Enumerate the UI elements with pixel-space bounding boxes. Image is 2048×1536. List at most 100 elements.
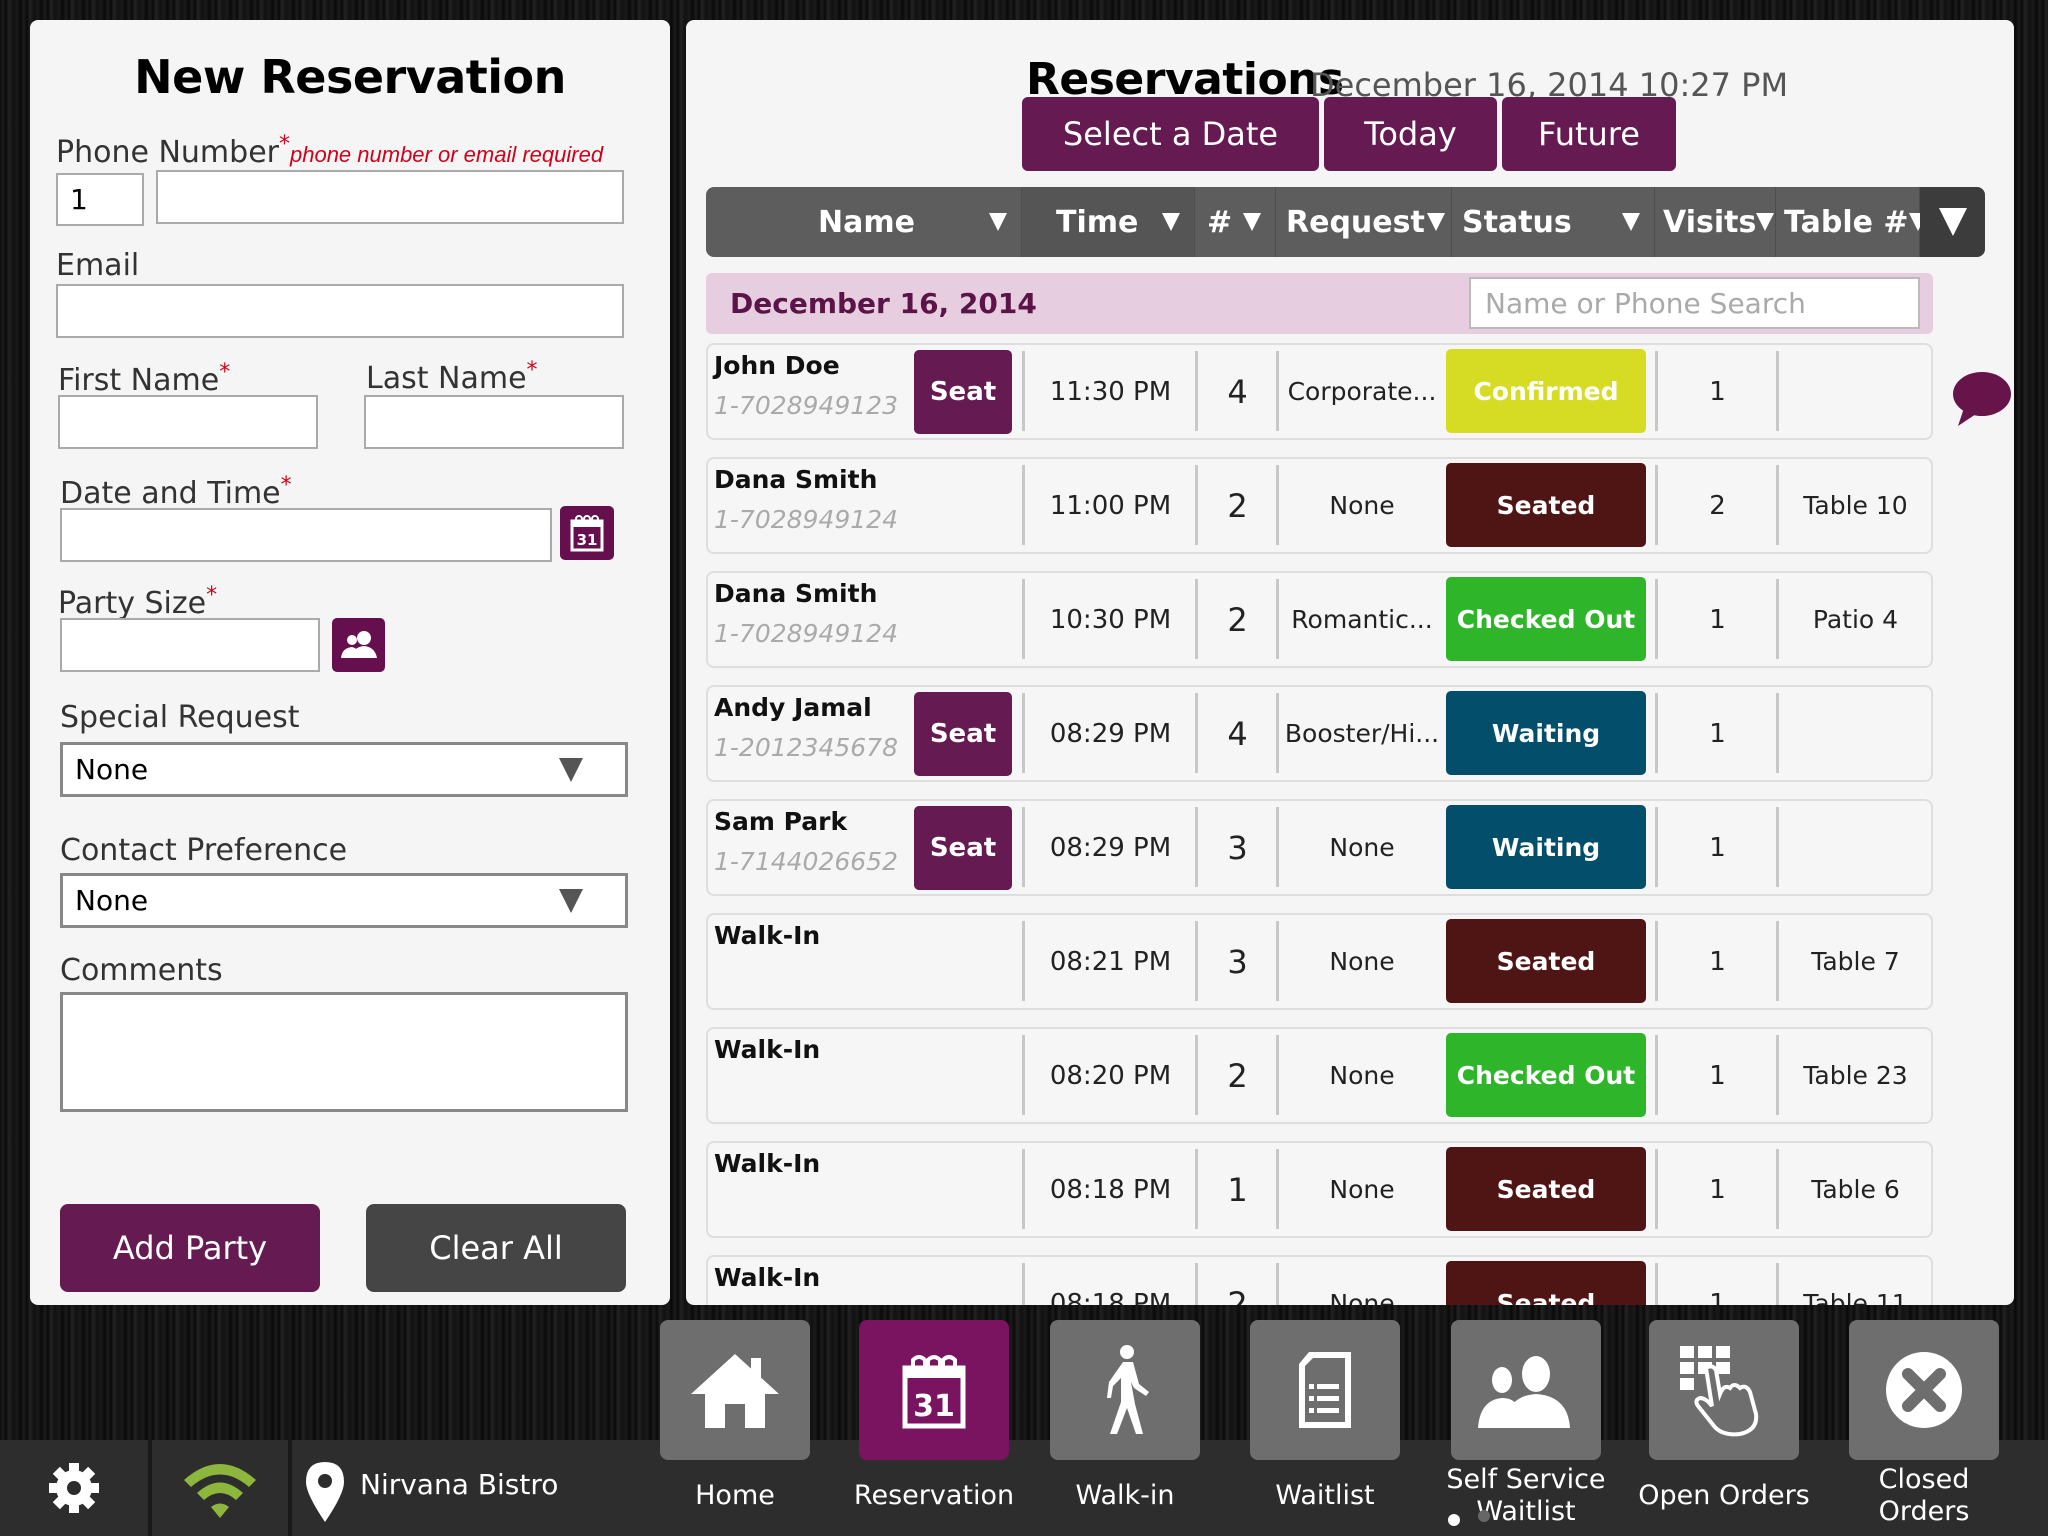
- last-name-input[interactable]: [364, 395, 624, 449]
- status-badge[interactable]: Waiting: [1446, 691, 1646, 775]
- reservation-time: 11:30 PM: [1049, 376, 1172, 407]
- column-header-time[interactable]: Time: [1022, 187, 1195, 257]
- seat-button[interactable]: Seat: [914, 806, 1012, 890]
- contact-preference-select[interactable]: None: [60, 873, 628, 928]
- today-button[interactable]: Today: [1324, 97, 1497, 171]
- party-size-input[interactable]: [60, 618, 320, 672]
- column-header-name[interactable]: Name: [706, 187, 1022, 257]
- reservation-time: 08:18 PM: [1049, 1288, 1172, 1306]
- special-request-select[interactable]: None: [60, 742, 628, 797]
- guest-name: Walk-In: [714, 921, 821, 950]
- clear-all-button[interactable]: Clear All: [366, 1204, 626, 1292]
- nav-label[interactable]: Self Service Waitlist: [1441, 1464, 1611, 1528]
- status-badge[interactable]: Seated: [1446, 463, 1646, 547]
- reservation-row[interactable]: Walk-In 08:20 PM 2 None Checked Out 1 Table 23: [706, 1027, 1933, 1124]
- date-group-header: December 16, 2014 Name or Phone Search: [706, 273, 1933, 334]
- select-date-button[interactable]: Select a Date: [1022, 97, 1319, 171]
- list-document-icon: [1295, 1348, 1355, 1432]
- add-party-button[interactable]: Add Party: [60, 1204, 320, 1292]
- nav-open-orders[interactable]: [1649, 1320, 1799, 1460]
- gear-icon: [49, 1463, 99, 1513]
- column-filter-button[interactable]: [1920, 187, 1985, 257]
- comments-textarea[interactable]: [60, 992, 628, 1112]
- svg-text:31: 31: [913, 1389, 955, 1424]
- email-input[interactable]: [56, 284, 624, 338]
- column-header-party[interactable]: #: [1195, 187, 1276, 257]
- reservation-row[interactable]: Sam Park 1-7144026652 Seat 08:29 PM 3 None Wai…: [706, 799, 1933, 896]
- nav-label[interactable]: Open Orders: [1624, 1480, 1824, 1512]
- status-badge[interactable]: Seated: [1446, 919, 1646, 1003]
- sort-arrow-icon: [1243, 213, 1261, 231]
- sort-arrow-icon: [1756, 213, 1775, 231]
- reservation-row[interactable]: Andy Jamal 1-2012345678 Seat 08:29 PM 4 Boost…: [706, 685, 1933, 782]
- column-header-table[interactable]: Table #: [1776, 187, 1927, 257]
- calendar-icon: 31: [570, 515, 604, 552]
- required-marker: *: [219, 360, 231, 385]
- first-name-input[interactable]: [58, 395, 318, 449]
- status-badge[interactable]: Confirmed: [1446, 349, 1646, 433]
- nav-self-service-waitlist[interactable]: [1451, 1320, 1601, 1460]
- date-time-label-text: Date and Time: [60, 476, 281, 511]
- table-number: [1778, 801, 1933, 894]
- nav-walk-in[interactable]: [1050, 1320, 1200, 1460]
- seat-button[interactable]: Seat: [914, 350, 1012, 434]
- column-header-label: Request: [1286, 204, 1425, 240]
- column-header-status[interactable]: Status: [1452, 187, 1655, 257]
- walking-person-icon: [1095, 1342, 1155, 1438]
- visit-count: 1: [1709, 946, 1726, 977]
- date-time-input[interactable]: [60, 508, 552, 562]
- reservation-row[interactable]: Walk-In 08:18 PM 2 None Seated 1 Table 11: [706, 1255, 1933, 1305]
- party-size: 3: [1227, 828, 1248, 867]
- column-header-request[interactable]: Request: [1276, 187, 1452, 257]
- special-request: Corporate...: [1287, 377, 1437, 406]
- required-marker: *: [526, 358, 538, 383]
- first-name-label-text: First Name: [58, 363, 220, 398]
- nav-reservation[interactable]: 31: [859, 1320, 1009, 1460]
- reservation-row[interactable]: Walk-In 08:21 PM 3 None Seated 1 Table 7: [706, 913, 1933, 1010]
- table-header: Name Time # Request Status Visits Table …: [706, 187, 1985, 257]
- nav-label[interactable]: Reservation: [834, 1480, 1034, 1512]
- home-icon: [689, 1350, 781, 1430]
- nav-label[interactable]: Home: [635, 1480, 835, 1512]
- column-header-label: Status: [1462, 204, 1572, 240]
- future-button[interactable]: Future: [1502, 97, 1676, 171]
- status-badge[interactable]: Seated: [1446, 1261, 1646, 1305]
- reservation-row[interactable]: Dana Smith 1-7028949124 11:00 PM 2 None Seate…: [706, 457, 1933, 554]
- visit-count: 1: [1709, 832, 1726, 863]
- status-badge[interactable]: Checked Out: [1446, 1033, 1646, 1117]
- status-badge[interactable]: Checked Out: [1446, 577, 1646, 661]
- table-number: Table 10: [1803, 491, 1908, 520]
- column-header-label: Visits: [1663, 204, 1757, 240]
- reservation-time: 08:18 PM: [1049, 1174, 1172, 1205]
- phone-number-input[interactable]: [156, 170, 624, 224]
- nav-label[interactable]: Walk-in: [1025, 1480, 1225, 1512]
- wifi-status[interactable]: [152, 1440, 288, 1536]
- reservation-row[interactable]: John Doe 1-7028949123 Seat 11:30 PM 4 Corpora…: [706, 343, 1933, 440]
- status-badge[interactable]: Waiting: [1446, 805, 1646, 889]
- dropdown-arrow-icon: [559, 888, 583, 913]
- pager-dot[interactable]: [1478, 1510, 1490, 1522]
- guest-name: Andy Jamal: [714, 693, 872, 722]
- pager-dot-active[interactable]: [1448, 1514, 1460, 1526]
- reservation-row[interactable]: Walk-In 08:18 PM 1 None Seated 1 Table 6: [706, 1141, 1933, 1238]
- nav-label[interactable]: Closed Orders: [1839, 1464, 2009, 1528]
- nav-closed-orders[interactable]: [1849, 1320, 1999, 1460]
- seat-button[interactable]: Seat: [914, 692, 1012, 776]
- status-badge[interactable]: Seated: [1446, 1147, 1646, 1231]
- visit-count: 1: [1709, 1060, 1726, 1091]
- calendar-picker-button[interactable]: 31: [560, 506, 614, 560]
- country-code-input[interactable]: 1: [56, 173, 144, 226]
- special-request: None: [1329, 833, 1395, 862]
- column-header-label: Table #: [1784, 204, 1909, 240]
- nav-home[interactable]: [660, 1320, 810, 1460]
- settings-button[interactable]: [0, 1440, 148, 1536]
- special-request: None: [1329, 1289, 1395, 1305]
- comment-bubble-icon[interactable]: [1950, 370, 2012, 430]
- nav-label[interactable]: Waitlist: [1225, 1480, 1425, 1512]
- party-size-picker-button[interactable]: [332, 618, 385, 672]
- nav-waitlist[interactable]: [1250, 1320, 1400, 1460]
- guest-name: Walk-In: [714, 1149, 821, 1178]
- name-phone-search-input[interactable]: Name or Phone Search: [1469, 277, 1920, 329]
- column-header-visits[interactable]: Visits: [1655, 187, 1776, 257]
- reservation-row[interactable]: Dana Smith 1-7028949124 10:30 PM 2 Romantic.…: [706, 571, 1933, 668]
